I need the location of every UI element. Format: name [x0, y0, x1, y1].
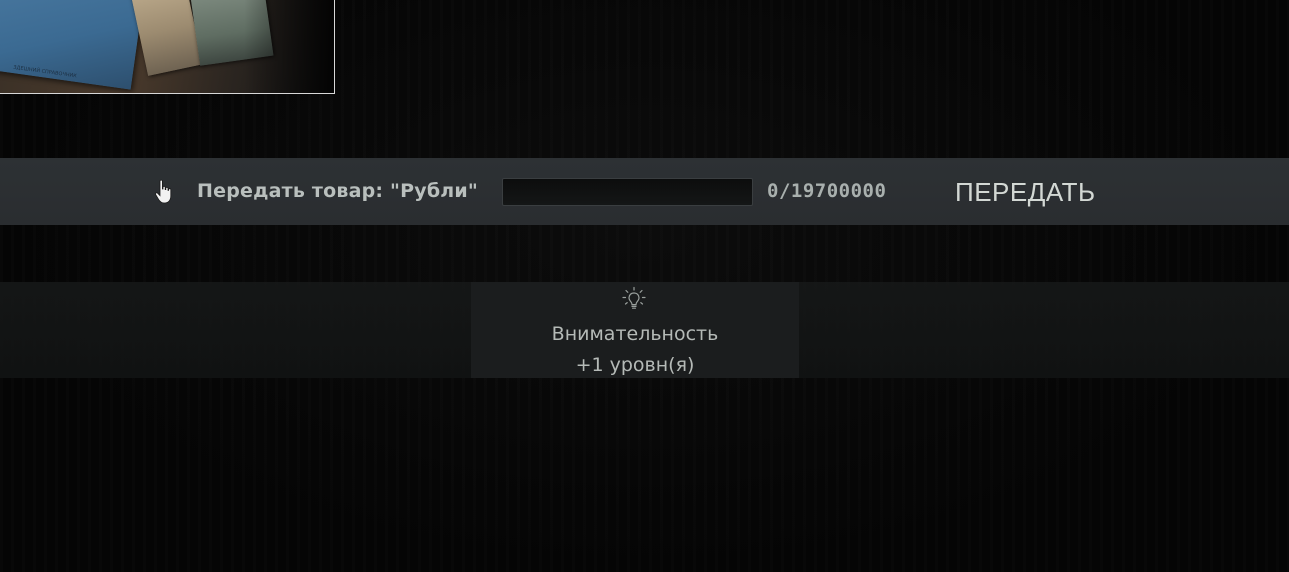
- handover-button[interactable]: ПЕРЕДАТЬ: [945, 174, 1106, 210]
- quest-image: ЗДЕШНИЙ СПРАВОЧНИК: [0, 0, 335, 94]
- reward-skill-level: +1 уровн(я): [575, 354, 695, 376]
- handover-bar: Передать товар: "Рубли" 0/19700000 ПЕРЕД…: [0, 158, 1289, 225]
- reward-strip: Внимательность +1 уровн(я): [0, 282, 1289, 378]
- amount-input[interactable]: [502, 178, 753, 206]
- screen: ЗДЕШНИЙ СПРАВОЧНИК Передать товар: "Рубл…: [0, 0, 1289, 572]
- handover-label: Передать товар: "Рубли": [197, 180, 479, 202]
- image-shade: [244, 0, 334, 93]
- reward-skill-name: Внимательность: [551, 323, 719, 345]
- lightbulb-icon: [621, 286, 647, 312]
- handover-counter: 0/19700000: [767, 180, 887, 202]
- hand-pointer-icon: [154, 179, 178, 205]
- skill-reward-card: Внимательность +1 уровн(я): [471, 282, 799, 378]
